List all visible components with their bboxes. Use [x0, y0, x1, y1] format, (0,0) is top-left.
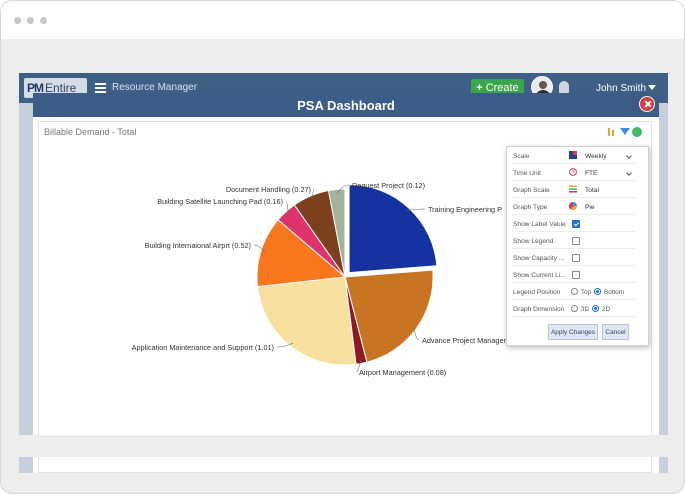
time-unit-label: Time Unit — [513, 170, 541, 177]
modal-header: PSA Dashboard — [33, 93, 659, 117]
calendar-icon — [569, 151, 577, 159]
show-label-value-checkbox[interactable] — [572, 220, 580, 228]
dimension-2d-text: 2D — [602, 306, 611, 313]
setting-time-unit[interactable]: Time Unit FTE — [512, 165, 636, 181]
apply-changes-button[interactable]: Apply Changes — [548, 324, 598, 340]
show-current-label: Show Current Li... — [513, 272, 566, 279]
setting-graph-type[interactable]: Graph Type Pie — [512, 199, 636, 215]
pie-slice-label: Building Satellite Launching Pad (0.16) — [157, 197, 283, 206]
app-frame: PM Entire Resource Manager + Create John… — [19, 73, 668, 473]
show-label-value-label: Show Label Value — [513, 221, 566, 228]
graph-scale-label: Graph Scale — [513, 187, 550, 194]
show-capacity-label: Show Capacity ... — [513, 255, 565, 262]
dimension-2d-radio[interactable] — [592, 305, 599, 312]
dimension-3d-radio[interactable] — [571, 305, 578, 312]
setting-show-capacity[interactable]: Show Capacity ... — [512, 250, 636, 266]
page-stage: PM Entire Resource Manager + Create John… — [1, 39, 684, 493]
cancel-button[interactable]: Cancel — [602, 324, 629, 340]
pie-slice-label: Training Engineering P — [428, 205, 502, 214]
chevron-down-icon[interactable] — [626, 153, 632, 159]
bell-icon[interactable] — [559, 81, 569, 93]
graph-type-label: Graph Type — [513, 204, 548, 211]
pie-slice-label: Airport Management (0.08) — [359, 368, 446, 377]
chevron-down-icon[interactable] — [626, 170, 632, 176]
chart-card: Training Engineering P Advance Project Ma… — [38, 121, 652, 473]
more-options-icon[interactable] — [632, 127, 642, 137]
list-icon — [569, 185, 577, 193]
legend-bottom-text: Bottom — [604, 289, 624, 296]
modal-title: PSA Dashboard — [297, 98, 395, 113]
legend-top-radio[interactable] — [571, 288, 578, 295]
setting-legend-position[interactable]: Legend Position Top Bottom — [512, 284, 636, 300]
setting-graph-dimension[interactable]: Graph Dimension 3D 2D — [512, 301, 636, 317]
setting-show-label-value[interactable]: Show Label Value — [512, 216, 636, 232]
close-icon[interactable] — [639, 96, 655, 112]
filter-icon[interactable] — [620, 128, 630, 135]
chart-title: Billable Demand - Total — [44, 127, 137, 137]
page-footer-strip — [1, 435, 684, 457]
chevron-down-icon[interactable] — [648, 85, 656, 90]
pie-slice-label: Building Internaional Airprt (0.52) — [145, 241, 251, 250]
setting-scale[interactable]: Scale Weekly — [512, 148, 636, 164]
pie-slice-label: Document Handling (0.27) — [226, 185, 311, 194]
pie-chart-icon — [569, 202, 577, 210]
setting-graph-scale[interactable]: Graph Scale Total — [512, 182, 636, 198]
scale-label: Scale — [513, 153, 530, 160]
show-legend-checkbox[interactable] — [572, 237, 580, 245]
window-dot-icon — [40, 17, 47, 24]
dimension-3d-text: 3D — [581, 306, 590, 313]
graph-type-value[interactable]: Pie — [585, 204, 595, 211]
show-legend-label: Show Legend — [513, 238, 554, 245]
pie-slice[interactable] — [348, 184, 438, 274]
app-title: Resource Manager — [112, 82, 198, 93]
scale-select[interactable]: Weekly — [585, 153, 607, 160]
window-dot-icon — [27, 17, 34, 24]
setting-show-current[interactable]: Show Current Li... — [512, 267, 636, 283]
legend-bottom-radio[interactable] — [594, 288, 601, 295]
pie-slice-label: Application Maintenance and Support (1.0… — [132, 343, 274, 352]
setting-show-legend[interactable]: Show Legend — [512, 233, 636, 249]
legend-position-label: Legend Position — [513, 289, 561, 296]
graph-scale-value[interactable]: Total — [585, 187, 599, 194]
window-dot-icon — [14, 17, 21, 24]
clock-icon — [569, 168, 577, 176]
time-unit-select[interactable]: FTE — [585, 170, 597, 177]
graph-dimension-label: Graph Dimension — [513, 306, 565, 313]
legend-top-text: Top — [581, 289, 592, 296]
show-capacity-checkbox[interactable] — [572, 254, 580, 262]
psa-dashboard-modal: PSA Dashboard Training Engineering P Adva… — [33, 93, 659, 473]
show-current-checkbox[interactable] — [572, 271, 580, 279]
menu-icon[interactable] — [95, 83, 106, 93]
chart-settings-panel: Scale Weekly Time Unit FTE Graph Scale T… — [506, 146, 649, 346]
pie-slice-label: Request Project (0.12) — [352, 181, 425, 190]
browser-titlebar — [1, 1, 684, 39]
browser-window: PM Entire Resource Manager + Create John… — [0, 0, 685, 494]
sort-icon[interactable] — [608, 127, 616, 137]
chart-toolbar — [608, 127, 644, 137]
